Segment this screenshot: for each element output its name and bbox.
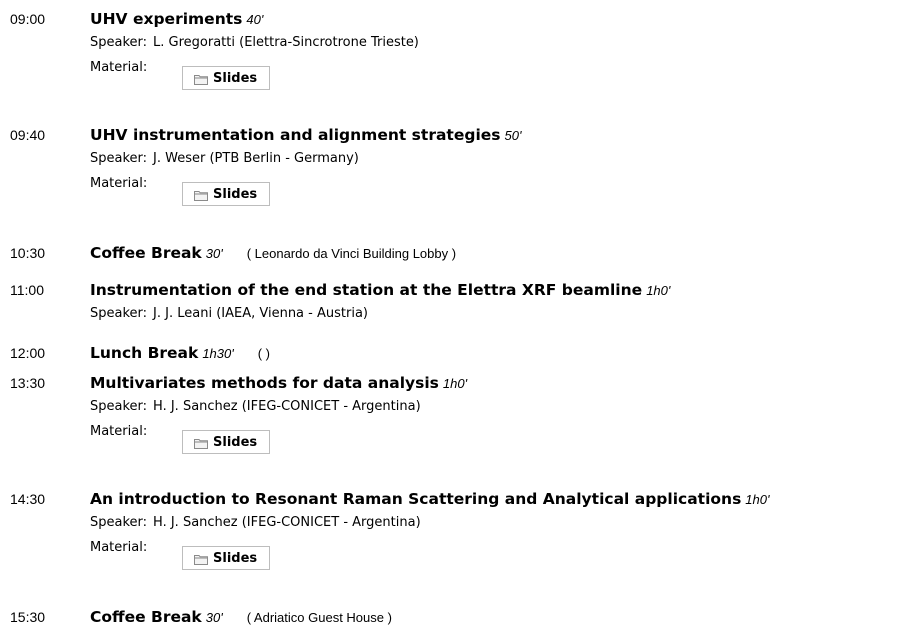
- entry-location: ( ): [257, 346, 270, 361]
- entry-title-line: Coffee Break 30' ( Adriatico Guest House ): [90, 608, 392, 627]
- speaker-label: Speaker:: [90, 515, 148, 530]
- entry-duration: 50': [504, 128, 522, 143]
- speaker-label: Speaker:: [90, 151, 148, 166]
- folder-icon: [194, 439, 208, 449]
- slides-button[interactable]: Slides: [182, 66, 270, 90]
- entry-title[interactable]: Coffee Break: [90, 244, 202, 262]
- entry-time: 15:30: [10, 609, 46, 625]
- slides-button[interactable]: Slides: [182, 182, 270, 206]
- slides-button[interactable]: Slides: [182, 546, 270, 570]
- entry-title[interactable]: An introduction to Resonant Raman Scatte…: [90, 490, 741, 508]
- folder-icon: [194, 75, 208, 85]
- entry-duration: 1h30': [202, 346, 234, 361]
- speaker-line: Speaker: J. J. Leani (IAEA, Vienna - Aust…: [90, 306, 368, 322]
- material-label: Material:: [90, 540, 148, 555]
- entry-title[interactable]: Lunch Break: [90, 344, 198, 362]
- entry-duration: 1h0': [646, 283, 671, 298]
- speaker-label: Speaker:: [90, 399, 148, 414]
- entry-title-line: An introduction to Resonant Raman Scatte…: [90, 490, 769, 509]
- entry-duration: 40': [246, 12, 264, 27]
- entry-duration: 30': [205, 610, 223, 625]
- entry-location: ( Leonardo da Vinci Building Lobby ): [246, 246, 457, 261]
- entry-title-line: Lunch Break 1h30' ( ): [90, 344, 270, 363]
- entry-title-line: Coffee Break 30' ( Leonardo da Vinci Build…: [90, 244, 456, 263]
- speaker-label: Speaker:: [90, 35, 148, 50]
- speaker-name: L. Gregoratti (Elettra-Sincrotrone Tries…: [153, 35, 419, 50]
- entry-duration: 1h0': [745, 492, 770, 507]
- entry-time: 09:00: [10, 11, 46, 27]
- speaker-line: Speaker: H. J. Sanchez (IFEG-CONICET - Ar…: [90, 515, 421, 531]
- speaker-name: H. J. Sanchez (IFEG-CONICET - Argentina): [153, 515, 421, 530]
- entry-time: 09:40: [10, 127, 46, 143]
- speaker-line: Speaker: J. Weser (PTB Berlin - Germany): [90, 151, 359, 167]
- slides-button[interactable]: Slides: [182, 430, 270, 454]
- entry-title-line: UHV instrumentation and alignment strate…: [90, 126, 521, 145]
- entry-time: 12:00: [10, 345, 46, 361]
- entry-title[interactable]: UHV instrumentation and alignment strate…: [90, 126, 501, 144]
- entry-title[interactable]: Coffee Break: [90, 608, 202, 626]
- entry-duration: 1h0': [442, 376, 468, 391]
- entry-location: ( Adriatico Guest House ): [246, 610, 392, 625]
- entry-title[interactable]: Multivariates methods for data analysis: [90, 374, 439, 392]
- entry-title[interactable]: UHV experiments: [90, 10, 242, 28]
- slides-label: Slides: [213, 71, 258, 86]
- entry-title-line: UHV experiments 40': [90, 10, 263, 29]
- speaker-name: H. J. Sanchez (IFEG-CONICET - Argentina): [153, 399, 421, 414]
- entry-time: 14:30: [10, 491, 46, 507]
- material-label: Material:: [90, 176, 148, 191]
- speaker-line: Speaker: L. Gregoratti (Elettra-Sincrotro…: [90, 35, 419, 51]
- speaker-name: J. J. Leani (IAEA, Vienna - Austria): [153, 306, 368, 321]
- entry-time: 10:30: [10, 245, 46, 261]
- speaker-line: Speaker: H. J. Sanchez (IFEG-CONICET - Ar…: [90, 399, 421, 415]
- slides-label: Slides: [213, 551, 258, 566]
- speaker-name: J. Weser (PTB Berlin - Germany): [153, 151, 359, 166]
- folder-icon: [194, 555, 208, 565]
- entry-title-line: Instrumentation of the end station at th…: [90, 281, 670, 300]
- folder-icon: [194, 191, 208, 201]
- slides-label: Slides: [213, 187, 258, 202]
- entry-duration: 30': [205, 246, 223, 261]
- speaker-label: Speaker:: [90, 306, 148, 321]
- material-label: Material:: [90, 424, 148, 439]
- entry-time: 11:00: [10, 282, 44, 298]
- entry-title[interactable]: Instrumentation of the end station at th…: [90, 281, 642, 299]
- material-label: Material:: [90, 60, 148, 75]
- slides-label: Slides: [213, 435, 258, 450]
- entry-title-line: Multivariates methods for data analysis 1…: [90, 374, 467, 393]
- entry-time: 13:30: [10, 375, 46, 391]
